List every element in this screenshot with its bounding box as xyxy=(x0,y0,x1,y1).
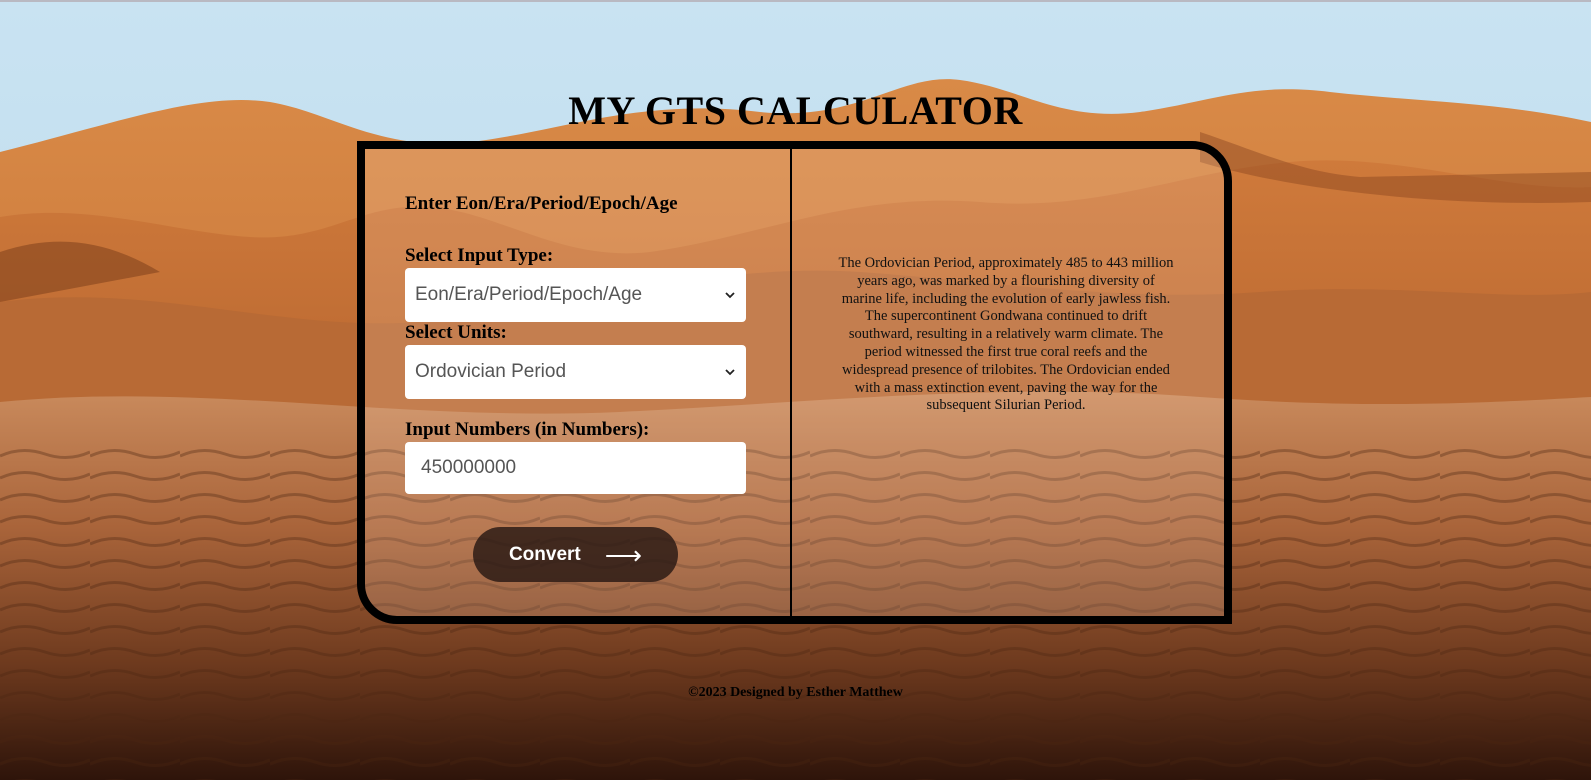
input-type-select[interactable]: Eon/Era/Period/Epoch/Age xyxy=(405,268,746,322)
period-description: The Ordovician Period, approximately 485… xyxy=(838,255,1174,414)
chevron-down-icon xyxy=(725,369,735,376)
input-type-selected-value: Eon/Era/Period/Epoch/Age xyxy=(415,284,643,305)
input-type-label: Select Input Type: xyxy=(405,245,554,266)
convert-button-label: Convert xyxy=(508,543,581,565)
result-panel: The Ordovician Period, approximately 485… xyxy=(792,149,1224,616)
arrow-right-icon: ⟶ xyxy=(604,539,643,570)
footer-credit: ©2023 Designed by Esther Matthew xyxy=(688,685,903,700)
chevron-down-icon xyxy=(725,292,735,299)
units-select[interactable]: Ordovician Period xyxy=(405,345,746,399)
calculator-card: Enter Eon/Era/Period/Epoch/Age Select In… xyxy=(357,141,1232,624)
page-title: MY GTS CALCULATOR xyxy=(568,88,1023,133)
number-input[interactable] xyxy=(405,442,746,494)
form-heading: Enter Eon/Era/Period/Epoch/Age xyxy=(405,193,678,214)
number-input-label: Input Numbers (in Numbers): xyxy=(405,419,650,440)
units-label: Select Units: xyxy=(405,322,507,343)
units-selected-value: Ordovician Period xyxy=(415,361,567,382)
input-panel: Enter Eon/Era/Period/Epoch/Age Select In… xyxy=(365,149,790,616)
convert-button[interactable]: Convert ⟶ xyxy=(473,527,678,582)
